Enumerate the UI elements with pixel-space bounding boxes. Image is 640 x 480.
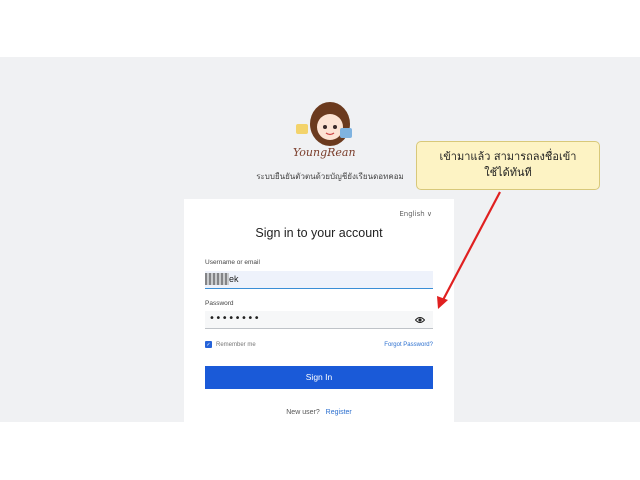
remember-checkbox[interactable]: ✓	[205, 341, 212, 348]
remember-label: Remember me	[216, 341, 256, 348]
eye-icon[interactable]	[415, 316, 425, 324]
page-title: Sign in to your account	[255, 226, 383, 240]
callout-line-1: เข้ามาแล้ว สามารถลงชื่อเข้า	[439, 150, 577, 163]
new-user-row: New user? Register	[184, 409, 454, 416]
svg-text:YoungRean: YoungRean	[293, 146, 356, 159]
sign-in-button[interactable]: Sign In	[205, 366, 433, 389]
annotation-callout: เข้ามาแล้ว สามารถลงชื่อเข้า ใช้ได้ทันที	[416, 141, 600, 190]
username-value: ek	[229, 274, 239, 284]
password-value: ••••••••	[209, 313, 261, 324]
callout-line-2: ใช้ได้ทันที	[484, 166, 532, 179]
register-link[interactable]: Register	[326, 409, 352, 416]
password-field[interactable]: ••••••••	[205, 311, 433, 329]
password-label: Password	[205, 300, 234, 307]
username-label: Username or email	[205, 259, 260, 266]
username-field[interactable]: ek	[205, 271, 433, 289]
redacted-text	[205, 273, 229, 285]
remember-me[interactable]: ✓ Remember me	[205, 341, 256, 348]
forgot-password-link[interactable]: Forgot Password?	[384, 342, 433, 348]
new-user-text: New user?	[286, 409, 320, 416]
login-card: English ∨ Sign in to your account Userna…	[184, 199, 454, 422]
language-selector[interactable]: English ∨	[399, 210, 432, 218]
young-rean-logo: YoungRean	[293, 102, 356, 159]
